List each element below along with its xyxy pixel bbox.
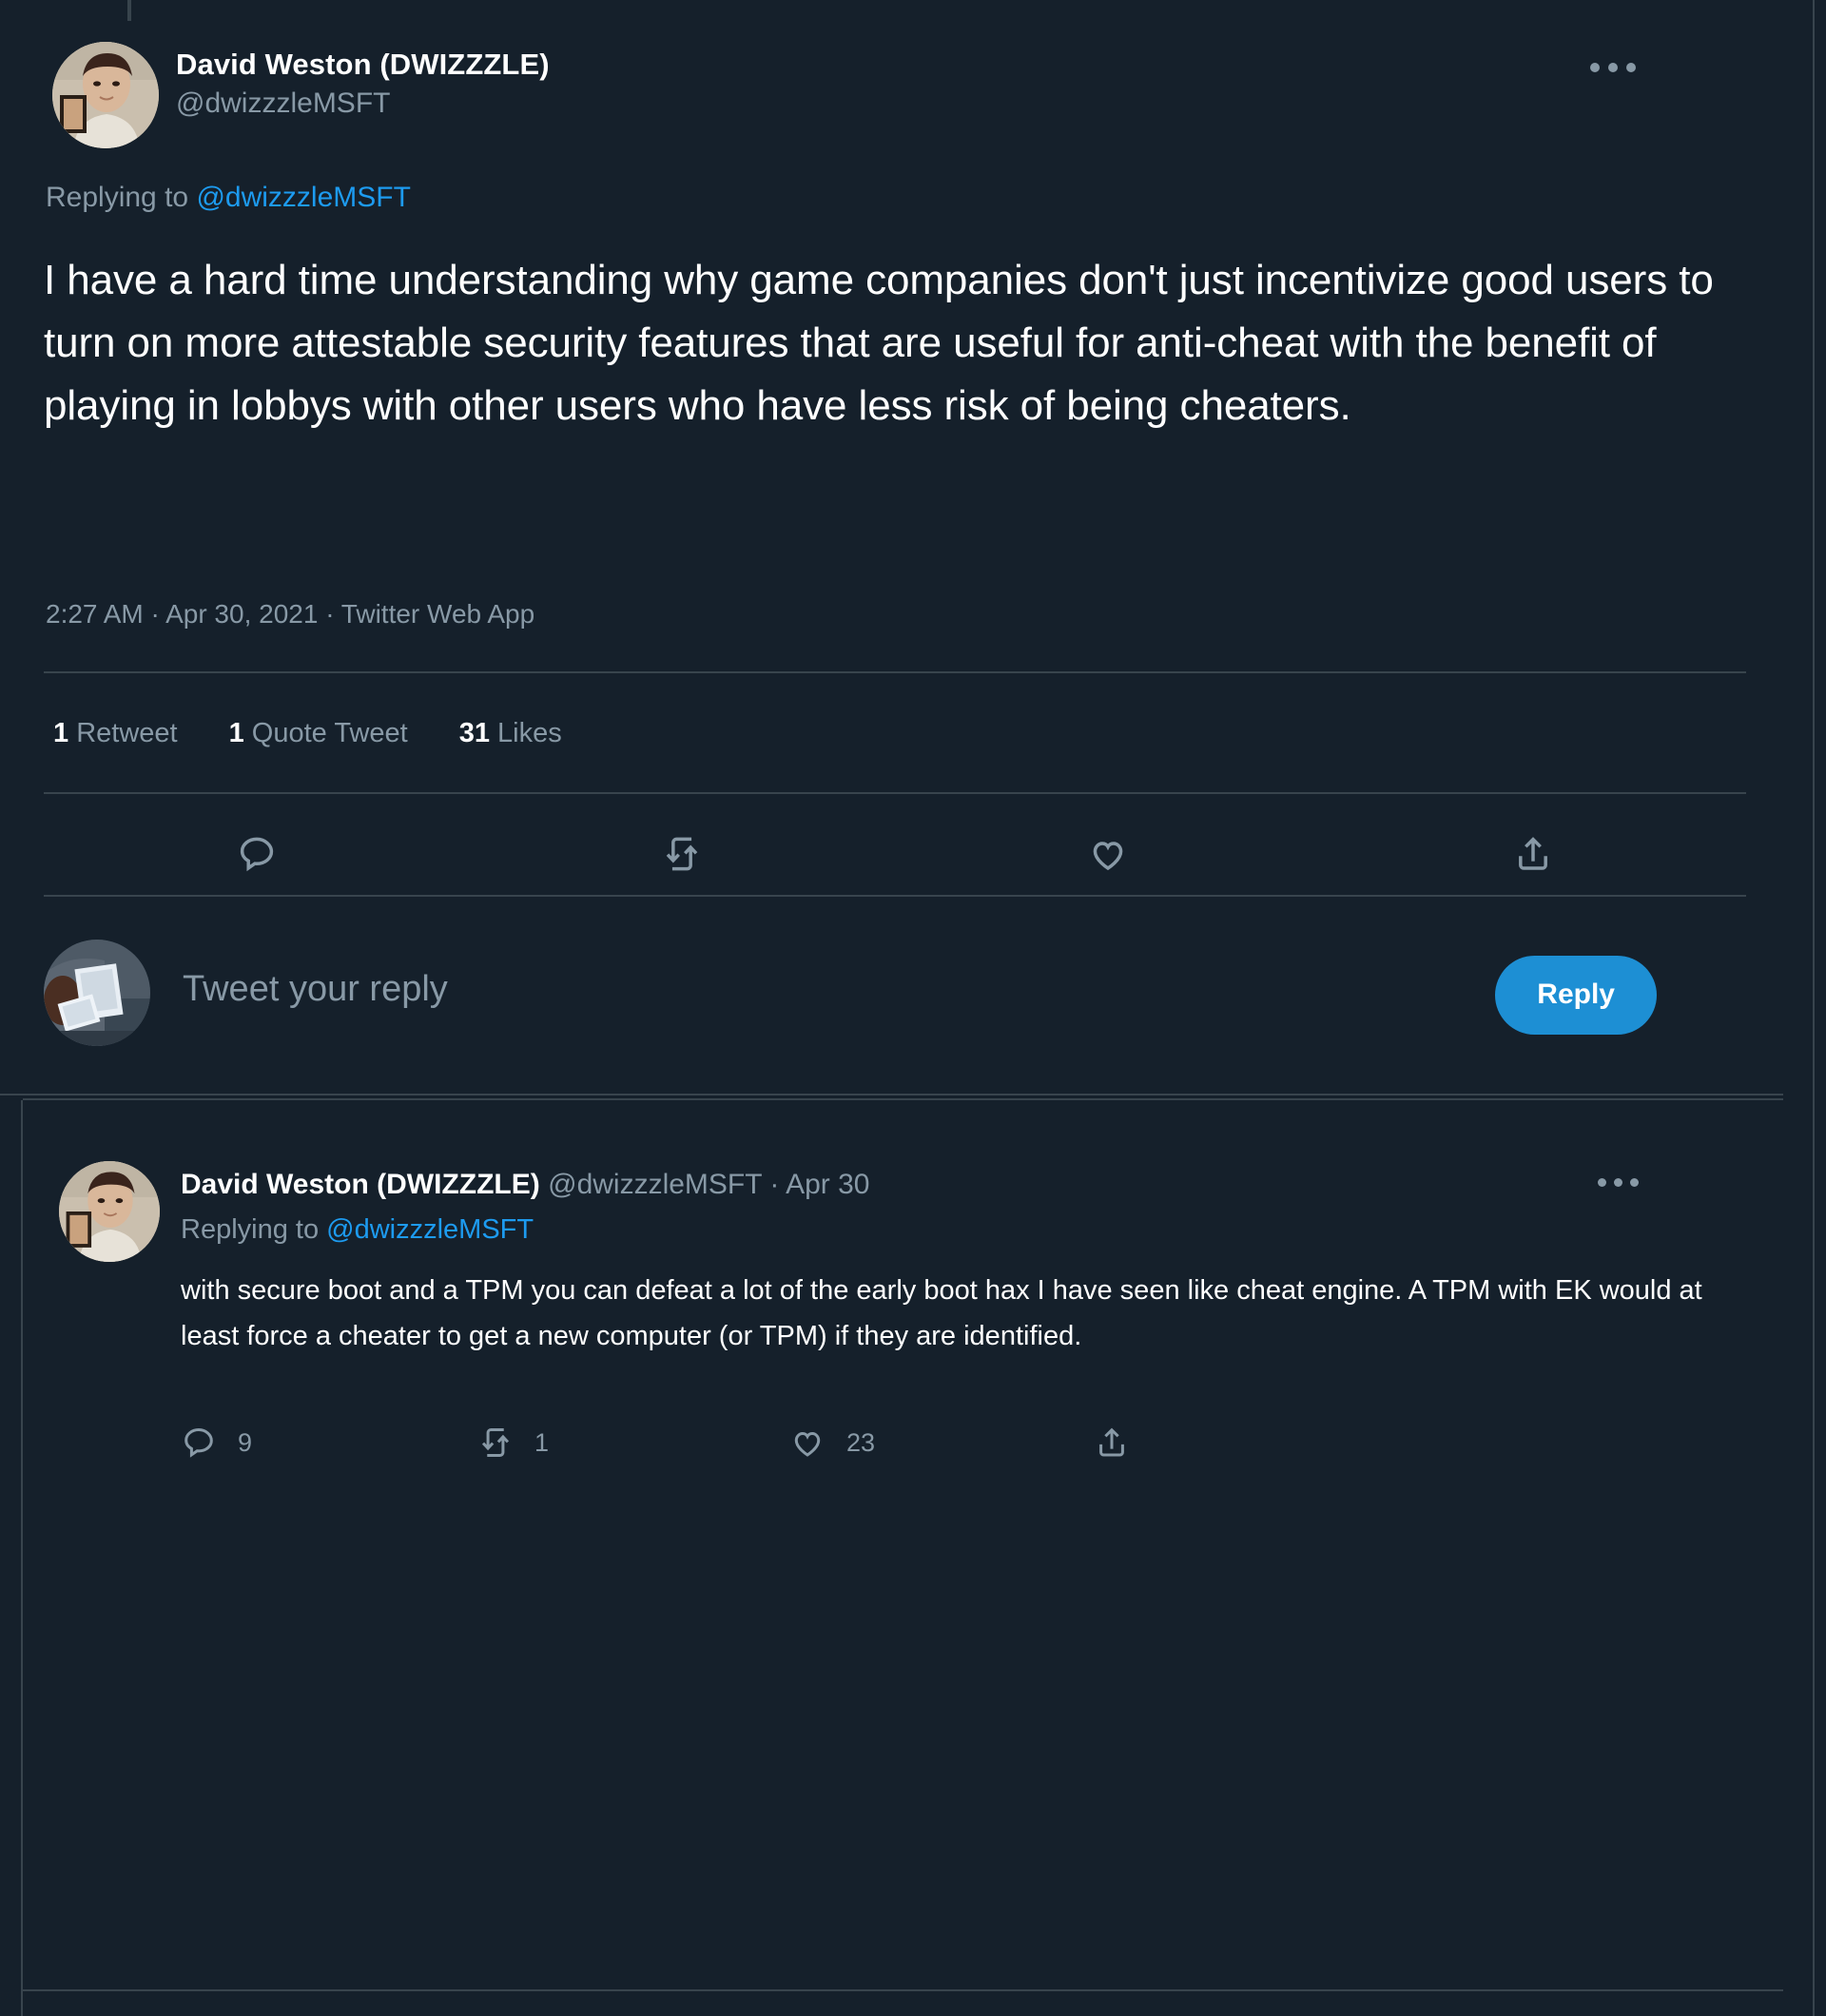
handle[interactable]: @dwizzzleMSFT (176, 84, 550, 124)
left-border (21, 1100, 23, 2016)
replying-to-label: Replying to (46, 182, 189, 213)
share-button[interactable] (1094, 1414, 1151, 1471)
share-icon (1099, 1427, 1124, 1457)
dot (1630, 1178, 1639, 1187)
reply-count: 9 (238, 1427, 253, 1457)
divider (44, 895, 1746, 897)
replying-to-handle-link[interactable]: @dwizzzleMSFT (196, 182, 410, 213)
display-name[interactable]: David Weston (DWIZZZLE) (181, 1169, 540, 1200)
avatar-image (59, 1161, 160, 1262)
tweet-action-bar (44, 813, 1746, 895)
tweet-text: with secure boot and a TPM you can defea… (181, 1275, 1702, 1351)
stat-retweets[interactable]: 1 Retweet (53, 718, 178, 749)
handle[interactable]: @dwizzzleMSFT (548, 1169, 762, 1200)
reply-author-line: David Weston (DWIZZZLE) @dwizzzleMSFT · … (181, 1165, 869, 1205)
replying-to-line: Replying to @dwizzzleMSFT (181, 1210, 534, 1250)
reply-icon (185, 1428, 213, 1458)
tweet-action-bar: 9 1 23 (181, 1414, 1731, 1481)
like-icon (1093, 842, 1123, 871)
tweet-text: I have a hard time understanding why gam… (44, 257, 1714, 429)
share-icon (1519, 837, 1548, 870)
reply-icon (240, 837, 273, 872)
page-right-border (1813, 0, 1815, 2016)
avatar[interactable] (52, 42, 159, 148)
stat-likes[interactable]: 31 Likes (459, 718, 562, 749)
replying-to-label: Replying to (181, 1214, 320, 1245)
divider (44, 792, 1746, 794)
share-button[interactable] (1321, 833, 1747, 875)
retweet-button[interactable]: 1 (477, 1414, 549, 1471)
stat-count: 31 (458, 718, 490, 748)
stat-label: Retweet (76, 718, 178, 748)
like-button[interactable] (895, 833, 1321, 875)
focused-tweet-header: David Weston (DWIZZZLE) @dwizzzleMSFT (0, 25, 1783, 158)
replying-to-line: Replying to @dwizzzleMSFT (46, 179, 411, 217)
replying-to-handle-link[interactable]: @dwizzzleMSFT (326, 1214, 534, 1245)
stat-count: 1 (53, 718, 69, 748)
avatar[interactable] (59, 1161, 160, 1262)
thread-connector-line (127, 0, 131, 21)
compose-reply-area: Tweet your reply Reply (0, 927, 1783, 1094)
more-horizontal-icon[interactable] (1598, 1178, 1639, 1187)
reply-tweet: David Weston (DWIZZZLE) @dwizzzleMSFT · … (0, 1100, 1783, 2016)
bottom-divider (23, 1989, 1783, 1991)
dot (1614, 1178, 1622, 1187)
reply-button[interactable]: 9 (181, 1414, 252, 1471)
reply-submit-button[interactable]: Reply (1495, 956, 1657, 1035)
like-button[interactable]: 23 (789, 1414, 875, 1471)
tweet-timestamp: 2:27 AM · Apr 30, 2021 · Twitter Web App (46, 599, 535, 629)
section-separator (0, 1094, 1783, 1095)
retweet-count: 1 (534, 1427, 550, 1457)
divider (44, 671, 1746, 673)
separator-dot: · (769, 1169, 780, 1200)
stat-count: 1 (228, 718, 244, 748)
stat-label: Likes (497, 718, 562, 748)
like-count: 23 (846, 1427, 876, 1457)
your-avatar[interactable] (44, 940, 150, 1046)
tweet-detail-page: David Weston (DWIZZZLE) @dwizzzleMSFT Re… (0, 0, 1826, 2016)
like-icon (794, 1431, 821, 1457)
retweet-button[interactable] (470, 833, 896, 875)
retweet-icon (666, 837, 698, 871)
author-name-block: David Weston (DWIZZZLE) @dwizzzleMSFT (176, 46, 550, 124)
more-horizontal-icon[interactable] (1590, 63, 1636, 72)
retweet-icon (481, 1428, 510, 1457)
reply-input[interactable]: Tweet your reply (183, 969, 448, 1010)
avatar-image (52, 42, 159, 148)
dot (1598, 1178, 1606, 1187)
dot (1608, 63, 1618, 72)
display-name[interactable]: David Weston (DWIZZZLE) (176, 46, 550, 84)
timestamp[interactable]: Apr 30 (786, 1169, 869, 1200)
reply-button[interactable] (44, 833, 470, 875)
engagement-stats: 1 Retweet 1 Quote Tweet 31 Likes (53, 718, 562, 749)
dot (1626, 63, 1636, 72)
dot (1590, 63, 1600, 72)
stat-quote-tweets[interactable]: 1 Quote Tweet (229, 718, 408, 749)
your-avatar-image (44, 940, 150, 1046)
stat-label: Quote Tweet (251, 718, 408, 748)
